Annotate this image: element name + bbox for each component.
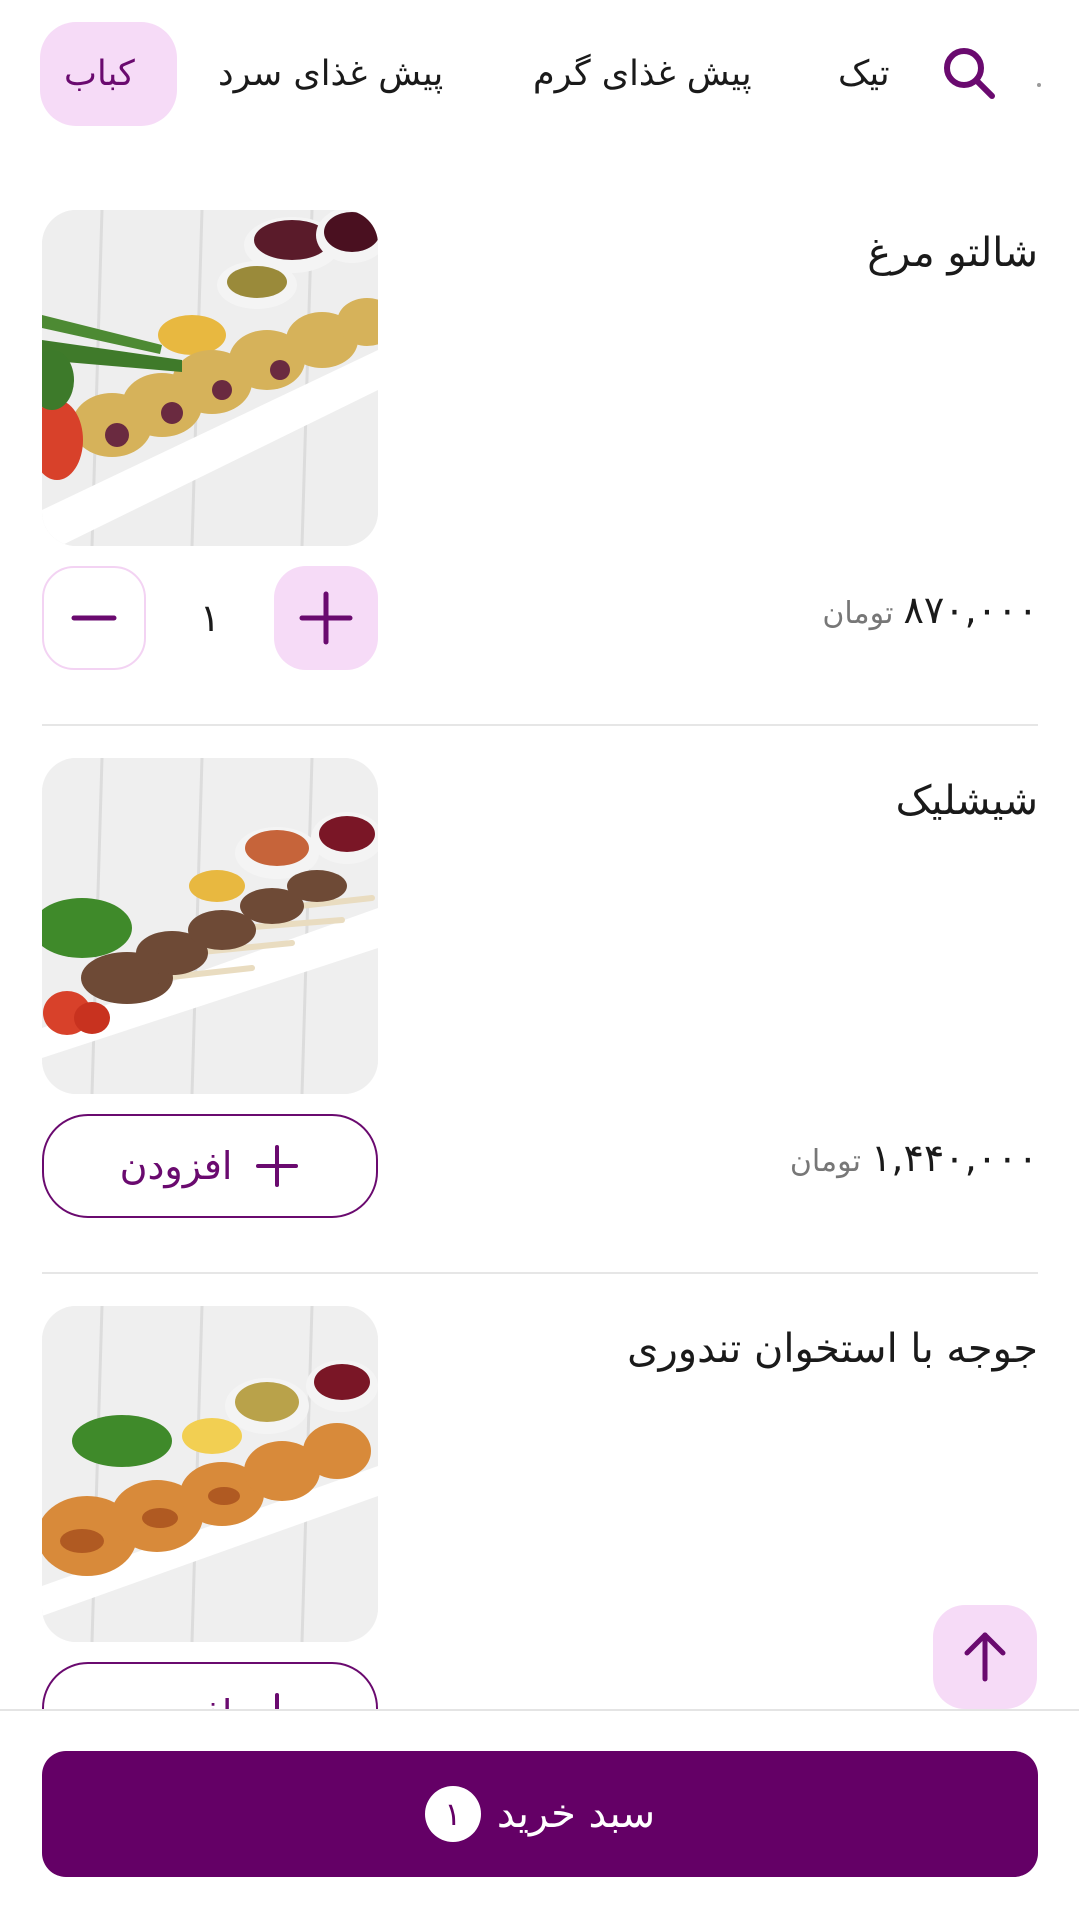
product-title: شیشلیک (895, 778, 1038, 824)
cart-count-badge: ۱ (424, 1786, 481, 1842)
price-currency: تومان (822, 596, 894, 631)
product-title: شالتو مرغ (867, 230, 1038, 276)
cart-button[interactable]: سبد خرید ۱ (42, 1751, 1038, 1877)
price-currency: تومان (789, 1144, 861, 1179)
price-value: ۸۷۰,۰۰۰ (903, 588, 1038, 632)
increase-quantity-button[interactable] (274, 566, 378, 670)
divider (42, 724, 1038, 726)
product-image[interactable] (42, 758, 378, 1094)
price-value: ۱,۴۴۰,۰۰۰ (870, 1136, 1038, 1180)
category-tab-cold-appetizer[interactable]: پیش غذای سرد (218, 22, 443, 126)
category-tab-partial[interactable]: تیک (838, 22, 890, 126)
product-card: شیشلیک ۱,۴۴۰,۰۰۰ تومان افزودن (42, 758, 1038, 1274)
product-title: جوجه با استخوان تندوری (627, 1326, 1038, 1372)
plus-icon (299, 591, 353, 645)
cart-label: سبد خرید (496, 1791, 656, 1837)
product-card: شالتو مرغ ۸۷۰,۰۰۰ تومان ۱ (42, 210, 1038, 726)
quantity-stepper: ۱ (42, 566, 378, 670)
product-price: ۸۷۰,۰۰۰ تومان (822, 578, 1038, 642)
product-price: ۱,۴۴۰,۰۰۰ تومان (790, 1126, 1038, 1190)
category-tab-kabab[interactable]: کباب (40, 22, 177, 126)
search-button[interactable] (940, 44, 998, 102)
product-image[interactable] (42, 210, 378, 546)
minus-icon (71, 615, 117, 621)
quantity-value: ۱ (199, 596, 221, 640)
category-bar: کباب پیش غذای سرد پیش غذای گرم تیک (0, 0, 1079, 150)
decrease-quantity-button[interactable] (42, 566, 146, 670)
scroll-to-top-button[interactable] (933, 1605, 1037, 1709)
product-image[interactable] (42, 1306, 378, 1642)
category-tab-hot-appetizer[interactable]: پیش غذای گرم (533, 22, 752, 126)
scroll-edge-indicator (1037, 83, 1041, 87)
divider (42, 1272, 1038, 1274)
plus-icon (256, 1145, 299, 1187)
add-to-cart-button[interactable]: افزودن (42, 1114, 378, 1218)
arrow-up-icon (964, 1632, 1006, 1682)
add-button-label: افزودن (119, 1144, 233, 1188)
bottom-bar: سبد خرید ۱ (0, 1709, 1079, 1921)
search-icon (944, 48, 995, 99)
